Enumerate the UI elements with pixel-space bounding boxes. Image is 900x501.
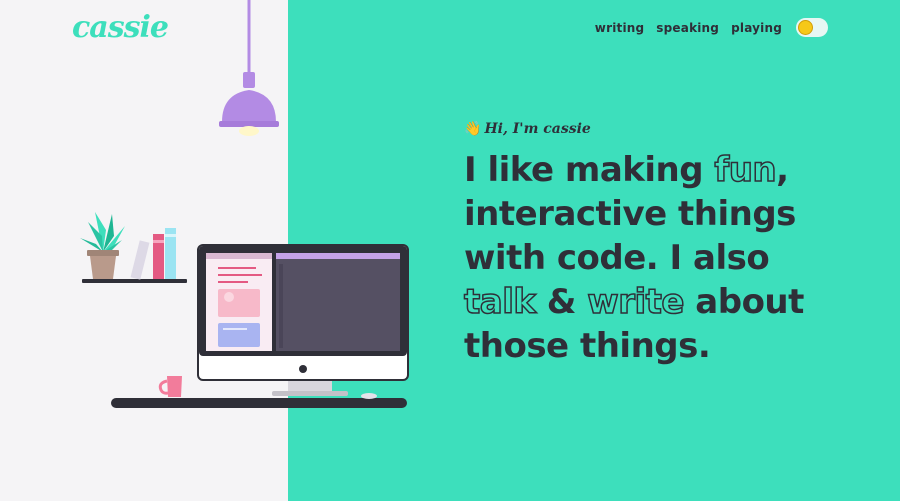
greeting: 👋 Hi, I'm cassie [464, 121, 591, 137]
hero-headline: I like making fun, interactive things wi… [463, 148, 804, 368]
headline-text: I like making [464, 150, 715, 190]
headline-text: with code. I also [464, 238, 770, 278]
desk-illustration-top [111, 398, 407, 408]
greeting-text: Hi, I'm cassie [484, 121, 591, 137]
shelf-illustration [80, 212, 187, 283]
headline-text: , [776, 150, 789, 190]
theme-toggle[interactable] [796, 18, 828, 37]
logo[interactable]: cassie [72, 10, 169, 45]
top-nav: writing speaking playing [595, 18, 828, 37]
lamp-illustration [219, 0, 279, 136]
nav-link-writing[interactable]: writing [595, 21, 645, 35]
nav-link-playing[interactable]: playing [731, 21, 782, 35]
mug-illustration [158, 376, 182, 397]
headline-link-write[interactable]: write [587, 281, 686, 323]
mouse-illustration [361, 393, 377, 399]
waving-hand-icon: 👋 [464, 121, 482, 137]
nav-link-speaking[interactable]: speaking [656, 21, 719, 35]
headline-text: those things. [464, 326, 711, 366]
headline-text: interactive things [464, 194, 796, 234]
monitor-illustration [197, 244, 409, 396]
headline-link-talk[interactable]: talk [463, 281, 536, 323]
headline-text: & [535, 282, 588, 322]
headline-highlight-fun: fun [714, 149, 778, 191]
headline-text: about [683, 282, 804, 322]
sun-icon [798, 20, 813, 35]
